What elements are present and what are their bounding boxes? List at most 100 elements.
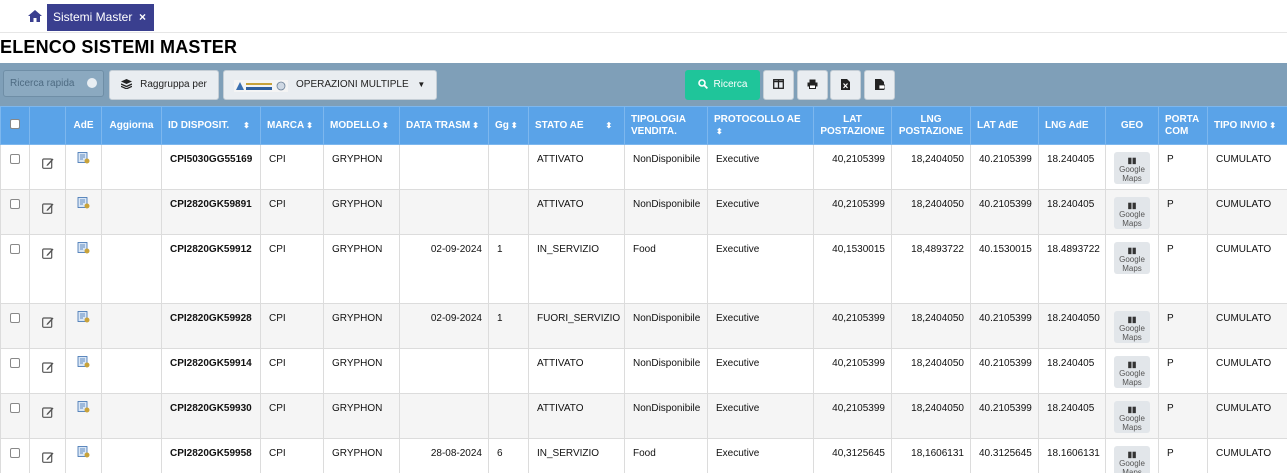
header-lng-postazione[interactable]: LNG POSTAZIONE xyxy=(891,106,971,145)
header-stato-ae[interactable]: STATO AE ⬍ xyxy=(528,106,625,145)
search-button[interactable]: Ricerca xyxy=(685,70,760,100)
header-marca[interactable]: MARCA ⬍ xyxy=(260,106,324,145)
cell-protocollo-ae: Executive xyxy=(707,348,814,394)
table-row[interactable]: CPI2820GK59912 CPI GRYPHON 02-09-2024 1 IN_SE… xyxy=(0,234,1287,304)
google-maps-label: Google Maps xyxy=(1119,369,1145,387)
edit-cell[interactable] xyxy=(29,303,66,349)
row-checkbox[interactable] xyxy=(10,244,20,254)
cell-id-disposit: CPI2820GK59930 xyxy=(161,393,261,439)
row-checkbox-cell[interactable] xyxy=(0,144,30,190)
header-lat-postazione[interactable]: LAT POSTAZIONE xyxy=(813,106,892,145)
group-by-button[interactable]: Raggruppa per xyxy=(109,70,219,100)
header-protocollo-ae[interactable]: PROTOCOLLO AE⬍ xyxy=(707,106,814,145)
cell-lng-ade: 18.4893722 xyxy=(1038,234,1106,304)
header-tipologia-vendita[interactable]: TIPOLOGIA VENDITA. xyxy=(624,106,708,145)
edit-cell[interactable] xyxy=(29,348,66,394)
header-marca-label: MARCA xyxy=(267,119,305,131)
row-checkbox[interactable] xyxy=(10,154,20,164)
edit-icon[interactable] xyxy=(41,202,54,214)
ade-cell[interactable] xyxy=(65,303,102,349)
select-all-checkbox-cell[interactable] xyxy=(0,106,30,145)
header-lat-ade[interactable]: LAT AdE xyxy=(970,106,1039,145)
table-row[interactable]: CPI5030GG55169 CPI GRYPHON ATTIVATO NonDispo… xyxy=(0,144,1287,190)
edit-icon[interactable] xyxy=(41,361,54,373)
google-maps-button[interactable]: ▮▮ Google Maps xyxy=(1114,446,1150,473)
cell-data-trasm xyxy=(399,189,489,235)
ade-document-icon[interactable] xyxy=(77,152,90,164)
quick-search-input[interactable]: Ricerca rapida xyxy=(3,70,104,97)
google-maps-button[interactable]: ▮▮ Google Maps xyxy=(1114,197,1150,229)
cell-lat-ade: 40.2105399 xyxy=(970,144,1039,190)
google-maps-button[interactable]: ▮▮ Google Maps xyxy=(1114,401,1150,433)
row-checkbox[interactable] xyxy=(10,313,20,323)
edit-cell[interactable] xyxy=(29,234,66,304)
ade-cell[interactable] xyxy=(65,438,102,473)
google-maps-button[interactable]: ▮▮ Google Maps xyxy=(1114,242,1150,274)
row-checkbox[interactable] xyxy=(10,448,20,458)
row-checkbox-cell[interactable] xyxy=(0,234,30,304)
edit-cell[interactable] xyxy=(29,189,66,235)
edit-cell[interactable] xyxy=(29,144,66,190)
ade-cell[interactable] xyxy=(65,393,102,439)
row-checkbox-cell[interactable] xyxy=(0,348,30,394)
cell-lat-postazione: 40,2105399 xyxy=(813,189,892,235)
header-modello[interactable]: MODELLO ⬍ xyxy=(323,106,400,145)
ade-cell[interactable] xyxy=(65,189,102,235)
ade-document-icon[interactable] xyxy=(77,311,90,323)
search-toggle-icon[interactable] xyxy=(87,78,97,88)
header-tipo-invio[interactable]: TIPO INVIO ⬍ xyxy=(1207,106,1287,145)
export-pdf-button[interactable] xyxy=(864,70,895,100)
close-icon[interactable]: × xyxy=(139,4,146,31)
ade-cell[interactable] xyxy=(65,234,102,304)
header-aggiorna: Aggiorna xyxy=(101,106,162,145)
ade-cell[interactable] xyxy=(65,348,102,394)
table-row[interactable]: CPI2820GK59930 CPI GRYPHON ATTIVATO NonDispo… xyxy=(0,393,1287,439)
ade-document-icon[interactable] xyxy=(77,356,90,368)
columns-button[interactable] xyxy=(763,70,794,100)
edit-cell[interactable] xyxy=(29,393,66,439)
print-button[interactable] xyxy=(797,70,828,100)
row-checkbox[interactable] xyxy=(10,358,20,368)
ade-document-icon[interactable] xyxy=(77,401,90,413)
google-maps-button[interactable]: ▮▮ Google Maps xyxy=(1114,356,1150,388)
header-data-trasm[interactable]: DATA TRASM ⬍ xyxy=(399,106,489,145)
header-gg[interactable]: Gg ⬍ xyxy=(488,106,529,145)
google-maps-button[interactable]: ▮▮ Google Maps xyxy=(1114,152,1150,184)
row-checkbox-cell[interactable] xyxy=(0,393,30,439)
cell-gg: 6 xyxy=(488,438,529,473)
row-checkbox-cell[interactable] xyxy=(0,303,30,349)
home-icon[interactable] xyxy=(28,10,42,22)
export-excel-button[interactable] xyxy=(830,70,861,100)
table-row[interactable]: CPI2820GK59958 CPI GRYPHON 28-08-2024 6 IN_SE… xyxy=(0,438,1287,473)
row-checkbox-cell[interactable] xyxy=(0,438,30,473)
table-row[interactable]: CPI2820GK59928 CPI GRYPHON 02-09-2024 1 FUORI… xyxy=(0,303,1287,349)
google-maps-button[interactable]: ▮▮ Google Maps xyxy=(1114,311,1150,343)
edit-icon[interactable] xyxy=(41,157,54,169)
edit-icon[interactable] xyxy=(41,247,54,259)
edit-icon[interactable] xyxy=(41,406,54,418)
cell-lat-postazione: 40,1530015 xyxy=(813,234,892,304)
columns-icon xyxy=(773,79,784,90)
edit-icon[interactable] xyxy=(41,316,54,328)
header-porta-com[interactable]: PORTA COM xyxy=(1158,106,1208,145)
ade-document-icon[interactable] xyxy=(77,446,90,458)
cell-tipologia-vendita: NonDisponibile xyxy=(624,393,708,439)
edit-icon[interactable] xyxy=(41,451,54,463)
ade-cell[interactable] xyxy=(65,144,102,190)
row-checkbox[interactable] xyxy=(10,199,20,209)
table-row[interactable]: CPI2820GK59914 CPI GRYPHON ATTIVATO NonDispo… xyxy=(0,348,1287,394)
header-id-disposit[interactable]: ID DISPOSIT. ⬍ xyxy=(161,106,261,145)
select-all-checkbox[interactable] xyxy=(10,118,20,129)
cell-lng-ade: 18.1606131 xyxy=(1038,438,1106,473)
edit-cell[interactable] xyxy=(29,438,66,473)
multiple-operations-dropdown[interactable]: OPERAZIONI MULTIPLE ▼ xyxy=(223,70,437,100)
tab-sistemi-master[interactable]: Sistemi Master × xyxy=(47,4,154,31)
row-checkbox[interactable] xyxy=(10,403,20,413)
ade-document-icon[interactable] xyxy=(77,242,90,254)
header-lng-ade[interactable]: LNG AdE xyxy=(1038,106,1106,145)
ade-document-icon[interactable] xyxy=(77,197,90,209)
row-checkbox-cell[interactable] xyxy=(0,189,30,235)
cell-tipologia-vendita: NonDisponibile xyxy=(624,303,708,349)
cell-marca: CPI xyxy=(260,303,324,349)
table-row[interactable]: CPI2820GK59891 CPI GRYPHON ATTIVATO NonDispo… xyxy=(0,189,1287,235)
